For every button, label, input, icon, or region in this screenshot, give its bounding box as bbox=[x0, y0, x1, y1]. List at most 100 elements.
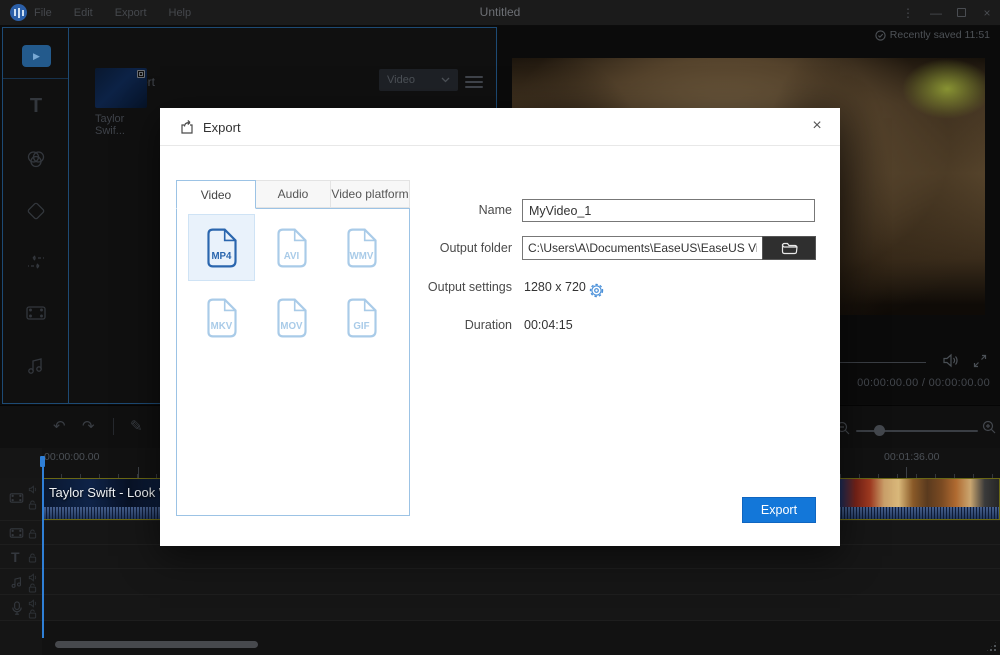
video-track-icon bbox=[8, 491, 25, 505]
track-lock-icon[interactable] bbox=[28, 583, 37, 593]
folder-icon bbox=[781, 242, 798, 255]
playback-time: 00:00:00.00 / 00:00:00.00 bbox=[857, 377, 990, 389]
clip-type-badge-icon bbox=[137, 70, 145, 78]
window-controls: ⋮ — × bbox=[901, 0, 994, 25]
wmv-file-icon: WMV bbox=[342, 226, 382, 270]
format-tabs: Video Audio Video platform bbox=[176, 180, 410, 209]
volume-icon[interactable] bbox=[942, 353, 959, 373]
track-mute-icon[interactable] bbox=[28, 573, 38, 582]
play-video-icon: ▶ bbox=[33, 51, 40, 62]
name-label: Name bbox=[402, 203, 512, 217]
transition-arrows-icon bbox=[24, 252, 48, 272]
track-lock-icon[interactable] bbox=[28, 609, 37, 619]
mp4-file-icon: MP4 bbox=[202, 226, 242, 270]
mkv-file-icon: MKV bbox=[202, 296, 242, 340]
redo-icon[interactable]: ↷ bbox=[82, 419, 95, 435]
saved-status-text: Recently saved 11:51 bbox=[890, 29, 990, 41]
format-mp4[interactable]: MP4 bbox=[188, 214, 255, 281]
svg-text:GIF: GIF bbox=[353, 320, 369, 331]
format-wmv[interactable]: WMV bbox=[328, 214, 395, 281]
mov-file-icon: MOV bbox=[272, 296, 312, 340]
format-mkv[interactable]: MKV bbox=[188, 284, 255, 351]
sidebar: ▶ T bbox=[3, 28, 69, 403]
format-gif[interactable]: GIF bbox=[328, 284, 395, 351]
titlebar: File Edit Export Help Untitled ⋮ — × bbox=[0, 0, 1000, 25]
output-settings-label: Output settings bbox=[402, 280, 512, 294]
track-lock-icon[interactable] bbox=[28, 500, 37, 510]
sidebar-item-filters[interactable] bbox=[3, 148, 69, 170]
output-folder-label: Output folder bbox=[402, 241, 512, 255]
microphone-track-icon bbox=[11, 601, 23, 616]
sidebar-item-music[interactable] bbox=[3, 355, 69, 377]
overlay-diamond-icon bbox=[25, 200, 47, 222]
svg-text:MKV: MKV bbox=[210, 320, 232, 331]
track-mute-icon[interactable] bbox=[28, 485, 38, 494]
sidebar-item-transitions[interactable] bbox=[3, 252, 69, 272]
text-tool-icon: T bbox=[30, 95, 42, 117]
chevron-down-icon bbox=[441, 77, 450, 83]
format-panel: Video Audio Video platform MP4 AVI bbox=[176, 180, 410, 516]
video-track-icon bbox=[8, 526, 25, 540]
list-view-icon[interactable] bbox=[465, 73, 483, 91]
export-dialog: Export × Video Audio Video platform MP4 bbox=[160, 108, 840, 546]
export-button[interactable]: Export bbox=[742, 497, 816, 523]
browse-folder-button[interactable] bbox=[762, 236, 816, 260]
dialog-close-icon[interactable]: × bbox=[807, 117, 827, 135]
name-input[interactable] bbox=[522, 199, 815, 222]
undo-icon[interactable]: ↶ bbox=[53, 419, 66, 435]
format-avi[interactable]: AVI bbox=[258, 214, 325, 281]
window-title: Untitled bbox=[0, 0, 1000, 25]
close-window-icon[interactable]: × bbox=[980, 6, 994, 20]
text-track: T bbox=[0, 545, 1000, 569]
fullscreen-icon[interactable] bbox=[973, 354, 987, 373]
edit-pencil-icon[interactable]: ✎ bbox=[130, 419, 143, 435]
maximize-icon[interactable] bbox=[957, 8, 966, 17]
tab-video[interactable]: Video bbox=[176, 180, 256, 209]
duration-label: Duration bbox=[402, 318, 512, 332]
gif-file-icon: GIF bbox=[342, 296, 382, 340]
sidebar-item-text[interactable]: T bbox=[3, 95, 69, 118]
tab-audio[interactable]: Audio bbox=[256, 180, 331, 208]
track-lock-icon[interactable] bbox=[28, 529, 37, 539]
svg-text:WMV: WMV bbox=[349, 250, 373, 261]
timeline-start-time: 00:00:00.00 bbox=[44, 451, 99, 463]
sidebar-divider bbox=[3, 78, 68, 79]
sidebar-item-media[interactable]: ▶ bbox=[22, 45, 51, 67]
export-button-label: Export bbox=[761, 503, 797, 517]
track-lock-icon[interactable] bbox=[28, 553, 37, 563]
output-settings-value: 1280 x 720 bbox=[524, 280, 586, 294]
music-track bbox=[0, 569, 1000, 595]
sidebar-item-overlays[interactable] bbox=[3, 200, 69, 222]
media-type-dropdown[interactable]: Video bbox=[379, 69, 458, 91]
sidebar-item-elements[interactable] bbox=[3, 303, 69, 323]
playhead-line[interactable] bbox=[42, 456, 44, 638]
format-mov[interactable]: MOV bbox=[258, 284, 325, 351]
voiceover-track bbox=[0, 595, 1000, 621]
window-resize-grip[interactable] bbox=[985, 640, 998, 653]
zoom-in-icon[interactable] bbox=[982, 420, 996, 439]
export-dialog-title: Export bbox=[203, 120, 241, 135]
media-clip-label: Taylor Swif... bbox=[95, 113, 155, 137]
zoom-slider-handle[interactable] bbox=[874, 425, 885, 436]
format-grid-panel: MP4 AVI WMV bbox=[176, 208, 410, 516]
music-track-icon bbox=[9, 575, 25, 590]
settings-gear-icon[interactable] bbox=[588, 282, 605, 304]
filmstrip-icon bbox=[24, 303, 48, 323]
format-grid: MP4 AVI WMV bbox=[188, 214, 400, 351]
tab-video-platform[interactable]: Video platform bbox=[331, 180, 410, 208]
more-options-icon[interactable]: ⋮ bbox=[901, 6, 915, 20]
timeline-cursor-time: 00:01:36.00 bbox=[884, 451, 939, 463]
output-folder-input[interactable] bbox=[522, 236, 762, 260]
minimize-icon[interactable]: — bbox=[929, 6, 943, 20]
svg-text:MP4: MP4 bbox=[211, 250, 232, 261]
timeline-horizontal-scrollbar[interactable] bbox=[55, 641, 258, 648]
track-mute-icon[interactable] bbox=[28, 599, 38, 608]
toolbar-divider bbox=[113, 418, 114, 435]
svg-text:AVI: AVI bbox=[283, 250, 299, 261]
avi-file-icon: AVI bbox=[272, 226, 312, 270]
filters-icon bbox=[25, 148, 47, 170]
saved-status: Recently saved 11:51 bbox=[875, 29, 990, 41]
export-dialog-header: Export × bbox=[160, 108, 840, 146]
media-clip-thumbnail[interactable] bbox=[95, 68, 147, 108]
music-note-icon bbox=[25, 355, 47, 377]
